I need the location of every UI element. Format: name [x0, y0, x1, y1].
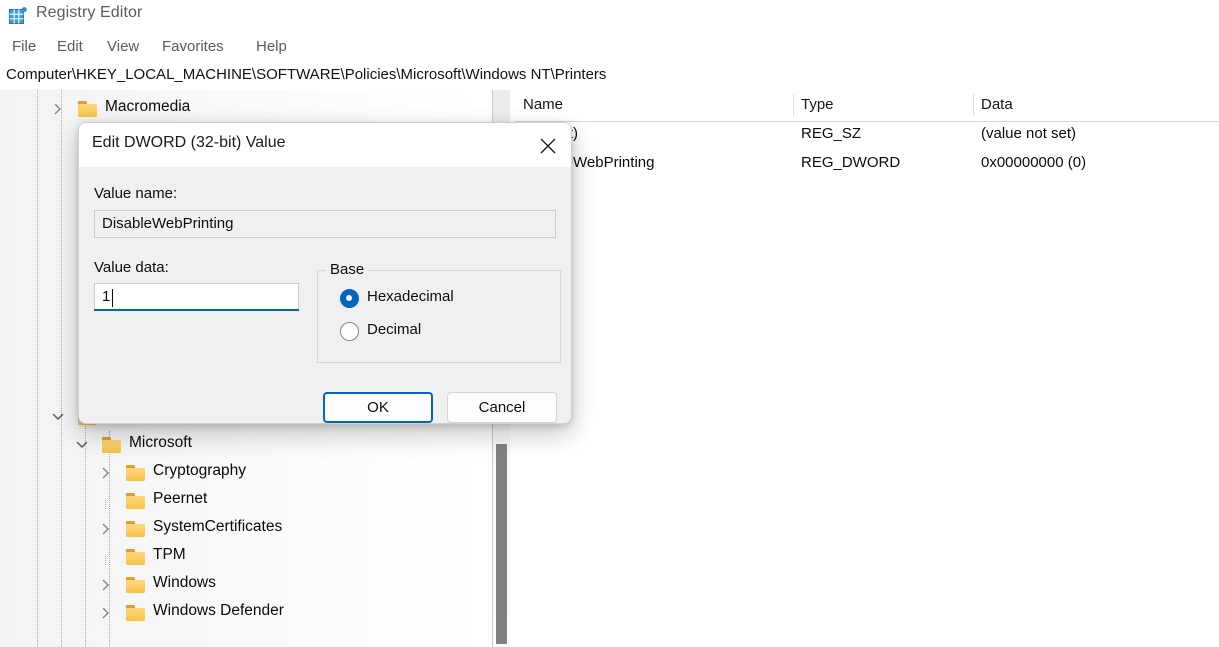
value-name-label: Value name:	[94, 185, 178, 202]
cell-type: REG_DWORD	[801, 154, 901, 171]
base-legend: Base	[326, 261, 369, 278]
folder-icon	[126, 549, 145, 565]
tree-leaf-tick	[105, 556, 106, 565]
value-name-text: DisableWebPrinting	[102, 215, 234, 232]
text-caret	[112, 289, 113, 307]
tree-item-label: Cryptography	[153, 462, 247, 479]
menu-item-file[interactable]: File	[8, 37, 40, 56]
chevron-right-icon[interactable]	[98, 577, 114, 593]
folder-icon	[126, 605, 145, 621]
tree-item-tpm[interactable]: TPM	[0, 543, 492, 571]
tree-item-peernet[interactable]: Peernet	[0, 487, 492, 515]
radio-decimal-indicator	[340, 322, 359, 341]
chevron-down-icon[interactable]	[50, 409, 66, 425]
folder-icon	[126, 465, 145, 481]
value-data-label: Value data:	[94, 259, 169, 276]
menu-item-edit[interactable]: Edit	[53, 37, 87, 56]
registry-editor-icon	[8, 6, 28, 26]
registry-path: Computer\HKEY_LOCAL_MACHINE\SOFTWARE\Pol…	[6, 66, 607, 83]
tree-item-label: SystemCertificates	[153, 518, 283, 535]
table-row[interactable]: DisableWebPrinting REG_DWORD 0x00000000 (0…	[515, 150, 1219, 179]
radio-decimal-label: Decimal	[367, 321, 422, 338]
tree-item-windows[interactable]: Windows	[0, 571, 492, 599]
tree-scrollbar-thumb[interactable]	[496, 444, 507, 644]
folder-icon	[78, 101, 97, 117]
table-row[interactable]: (default)REG_SZ(value not set)	[515, 121, 1219, 150]
menu-item-view[interactable]: View	[103, 37, 143, 56]
column-header-name[interactable]: Name	[515, 90, 793, 122]
menu-item-favorites[interactable]: Favorites	[158, 37, 228, 56]
chevron-right-icon[interactable]	[98, 465, 114, 481]
value-name-input[interactable]: DisableWebPrinting	[94, 210, 556, 238]
dialog-titlebar: Edit DWORD (32-bit) Value	[79, 123, 571, 167]
column-header-data[interactable]: Data	[973, 90, 1219, 122]
base-groupbox: Base Hexadecimal Decimal	[317, 261, 561, 363]
chevron-right-icon[interactable]	[98, 605, 114, 621]
column-header-label: Name	[523, 96, 564, 113]
column-header-type[interactable]: Type	[793, 90, 973, 122]
window-titlebar: Registry Editor	[0, 0, 1219, 33]
tree-item-label: Windows	[153, 574, 216, 591]
folder-icon	[102, 437, 121, 453]
ok-button[interactable]: OK	[323, 392, 433, 423]
edit-dword-dialog: Edit DWORD (32-bit) Value Value name: Di…	[78, 122, 572, 424]
address-bar[interactable]: Computer\HKEY_LOCAL_MACHINE\SOFTWARE\Pol…	[0, 62, 1219, 91]
chevron-down-icon[interactable]	[74, 437, 90, 453]
dialog-title: Edit DWORD (32-bit) Value	[92, 134, 286, 151]
window-title: Registry Editor	[36, 4, 143, 21]
tree-item-cryptography[interactable]: Cryptography	[0, 459, 492, 487]
folder-icon	[126, 521, 145, 537]
dialog-body: Value name: DisableWebPrinting Value dat…	[79, 167, 571, 423]
folder-icon	[126, 493, 145, 509]
column-separator[interactable]	[793, 94, 794, 116]
radio-hexadecimal-label: Hexadecimal	[367, 288, 454, 305]
tree-item-windows-defender[interactable]: Windows Defender	[0, 599, 492, 627]
chevron-right-icon[interactable]	[50, 101, 66, 117]
tree-item-microsoft[interactable]: Microsoft	[0, 431, 492, 459]
registry-values-pane: NameTypeData (default)REG_SZ(value not s…	[515, 90, 1219, 647]
chevron-right-icon[interactable]	[98, 521, 114, 537]
menu-item-help[interactable]: Help	[252, 37, 291, 56]
tree-item-label: TPM	[153, 546, 186, 563]
close-icon[interactable]	[525, 123, 571, 167]
cell-data: 0x00000000 (0)	[981, 154, 1087, 171]
tree-item-systemcertificates[interactable]: SystemCertificates	[0, 515, 492, 543]
cancel-button[interactable]: Cancel	[447, 392, 557, 423]
column-separator[interactable]	[973, 94, 974, 116]
tree-item-label: Microsoft	[129, 434, 192, 451]
registry-editor-window: Registry Editor File Edit View Favorites…	[0, 0, 1219, 647]
column-header-label: Type	[801, 96, 834, 113]
value-data-input[interactable]: 1	[94, 283, 299, 311]
column-header-label: Data	[981, 96, 1013, 113]
menu-bar: File Edit View Favorites Help	[0, 33, 1219, 62]
tree-item-label: Peernet	[153, 490, 208, 507]
radio-hexadecimal-indicator	[340, 289, 359, 308]
tree-item-label: Windows Defender	[153, 602, 284, 619]
tree-leaf-tick	[105, 500, 106, 509]
tree-item-macromedia[interactable]: Macromedia	[0, 95, 492, 123]
folder-icon	[126, 577, 145, 593]
tree-item-label: Macromedia	[105, 98, 191, 115]
cell-type: REG_SZ	[801, 125, 862, 142]
value-data-text: 1	[102, 288, 111, 305]
cell-data: (value not set)	[981, 125, 1077, 142]
